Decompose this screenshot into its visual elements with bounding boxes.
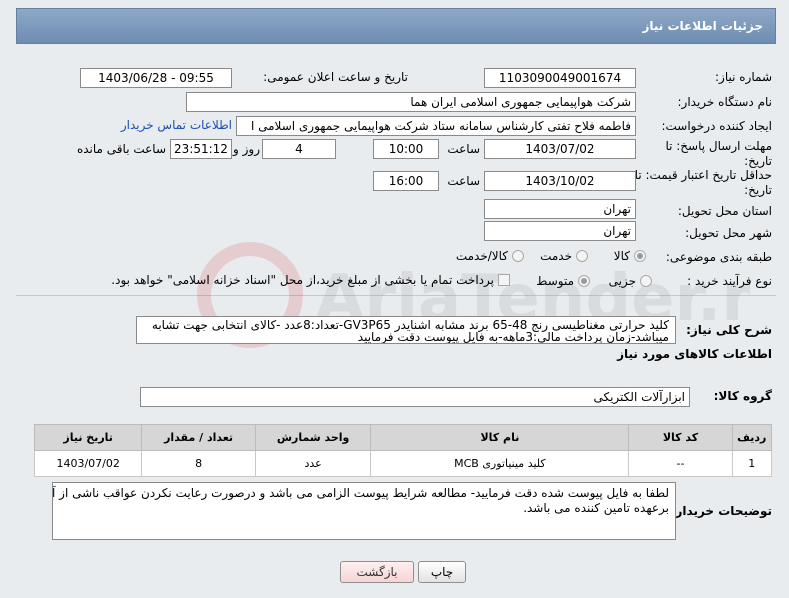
buyer-org-field: شرکت هواپیمایی جمهوری اسلامی ایران هما xyxy=(186,92,636,112)
reply-deadline-label-2: تاریخ: xyxy=(744,154,772,168)
reply-deadline-time-label: ساعت xyxy=(447,142,480,156)
buyer-org-label: نام دستگاه خریدار: xyxy=(677,95,773,109)
category-option-goods: کالا xyxy=(613,249,630,263)
process-option-medium: متوسط xyxy=(536,274,574,288)
goods-code-cell: -- xyxy=(628,450,733,477)
table-row: 1 -- کلید مینیاتوری MCB عدد 8 1403/07/02 xyxy=(33,450,773,477)
price-validity-time: 16:00 xyxy=(373,171,439,191)
row-number-cell: 1 xyxy=(731,450,773,477)
remaining-time-label: ساعت باقی مانده xyxy=(76,142,166,156)
remaining-time-field: 23:51:12 xyxy=(170,139,232,159)
buyer-notes-field: لطفا به فایل پیوست شده دقت فرمایید- مطال… xyxy=(52,482,676,540)
buyer-notes-label: توضیحات خریدار: xyxy=(670,504,772,518)
goods-table-header: ردیف کد کالا نام کالا واحد شمارش تعداد /… xyxy=(33,424,773,451)
process-option-minor: جزیی xyxy=(608,274,636,288)
category-radio-service[interactable] xyxy=(576,250,588,262)
category-option-goods-service: کالا/خدمت xyxy=(455,249,508,263)
price-validity-date: 1403/10/02 xyxy=(484,171,636,191)
need-date-cell: 1403/07/02 xyxy=(33,450,143,477)
goods-section-title: اطلاعات کالاهای مورد نیاز xyxy=(617,347,772,361)
goods-name-cell: کلید مینیاتوری MCB xyxy=(370,450,630,477)
general-desc-line-2: میباشد-زمان پرداخت مالی:3ماهه-به فایل پی… xyxy=(357,330,669,344)
process-label: نوع فرآیند خرید : xyxy=(687,274,772,288)
price-validity-time-label: ساعت xyxy=(447,174,480,188)
buyer-contact-link[interactable]: اطلاعات تماس خریدار xyxy=(118,118,232,132)
unit-cell: عدد xyxy=(254,450,372,477)
process-radio-minor[interactable] xyxy=(640,275,652,287)
goods-group-label: گروه کالا: xyxy=(713,389,772,403)
requester-field: فاطمه فلاح تفتی کارشناس سامانه ستاد شرکت… xyxy=(236,116,636,136)
reply-deadline-date: 1403/07/02 xyxy=(484,139,636,159)
process-radio-medium[interactable] xyxy=(578,275,590,287)
buyer-notes-line-1: لطفا به فایل پیوست شده دقت فرمایید- مطال… xyxy=(52,486,669,500)
province-label: استان محل تحویل: xyxy=(677,204,772,218)
reply-deadline-time: 10:00 xyxy=(373,139,439,159)
category-radio-goods-service[interactable] xyxy=(512,250,524,262)
need-number-field: 1103090049001674 xyxy=(484,68,636,88)
requester-label: ایجاد کننده درخواست: xyxy=(661,119,772,133)
back-button[interactable]: بازگشت xyxy=(340,561,414,583)
buyer-notes-line-2: برعهده تامین کننده می باشد. xyxy=(523,501,669,515)
col-unit: واحد شمارش xyxy=(254,424,372,451)
col-goods-code: کد کالا xyxy=(628,424,733,451)
city-field: تهران xyxy=(484,221,636,241)
category-option-service: خدمت xyxy=(540,249,572,263)
quantity-cell: 8 xyxy=(141,450,256,477)
reply-days-field: 4 xyxy=(262,139,336,159)
col-quantity: تعداد / مقدار xyxy=(141,424,256,451)
col-goods-name: نام کالا xyxy=(370,424,630,451)
treasury-note: پرداخت تمام یا بخشی از مبلغ خرید،از محل … xyxy=(111,273,494,287)
col-row-number: ردیف xyxy=(731,424,773,451)
page-header: جزئیات اطلاعات نیاز xyxy=(16,8,776,44)
general-desc-label: شرح کلی نیاز: xyxy=(686,323,772,337)
need-number-label: شماره نیاز: xyxy=(715,70,772,84)
goods-group-field: ابزارآلات الکتریکی xyxy=(140,387,690,407)
province-field: تهران xyxy=(484,199,636,219)
page-title: جزئیات اطلاعات نیاز xyxy=(642,19,763,33)
col-need-date: تاریخ نیاز xyxy=(33,424,143,451)
announce-field: 1403/06/28 - 09:55 xyxy=(80,68,232,88)
print-button[interactable]: چاپ xyxy=(418,561,466,583)
general-desc-field: کلید حرارتی مغناطیسی رنج 48-65 برند مشاب… xyxy=(136,316,676,344)
category-label: طبقه بندی موضوعی: xyxy=(665,250,772,264)
announce-label: تاریخ و ساعت اعلان عمومی: xyxy=(263,70,408,84)
price-validity-label-2: تاریخ: xyxy=(744,183,772,197)
category-radio-goods[interactable] xyxy=(634,250,646,262)
reply-deadline-label-1: مهلت ارسال پاسخ: تا xyxy=(665,139,772,153)
goods-table: ردیف کد کالا نام کالا واحد شمارش تعداد /… xyxy=(33,424,773,477)
treasury-checkbox[interactable] xyxy=(498,274,510,286)
reply-days-label: روز و xyxy=(233,142,260,156)
city-label: شهر محل تحویل: xyxy=(685,226,772,240)
price-validity-label-1: حداقل تاریخ اعتبار قیمت: تا xyxy=(634,168,772,182)
